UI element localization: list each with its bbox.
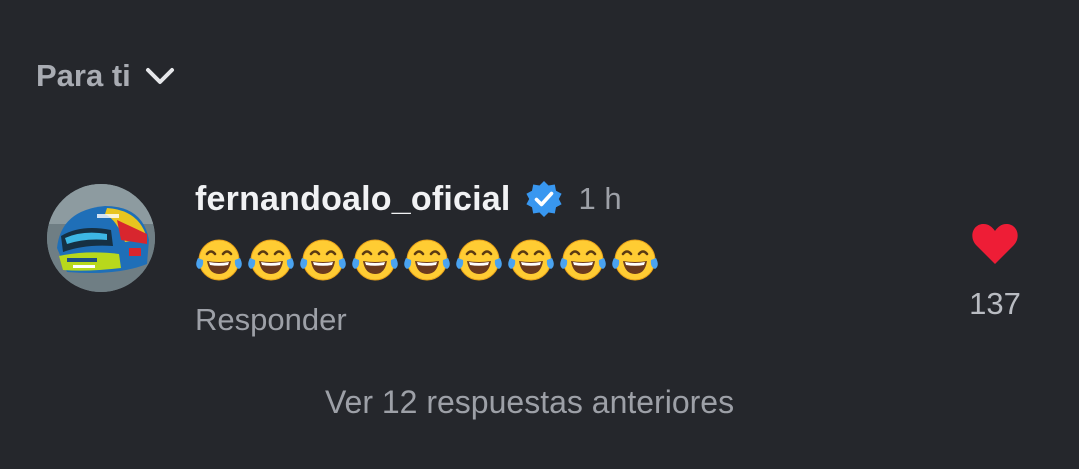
verified-badge-icon xyxy=(525,181,562,217)
tears-of-joy-emoji-icon xyxy=(404,239,450,281)
feed-filter-label: Para ti xyxy=(36,58,131,93)
tears-of-joy-emoji-icon xyxy=(560,239,606,281)
reply-button[interactable]: Responder xyxy=(195,302,347,338)
comment-header: fernandoalo_oficial 1 h xyxy=(195,176,622,222)
tears-of-joy-emoji-icon xyxy=(456,239,502,281)
tears-of-joy-emoji-icon xyxy=(196,239,242,281)
view-previous-replies-link[interactable]: Ver 12 respuestas anteriores xyxy=(0,384,1059,421)
comment-timestamp: 1 h xyxy=(578,181,622,216)
comment-username[interactable]: fernandoalo_oficial xyxy=(195,180,511,219)
like-count: 137 xyxy=(969,286,1021,321)
like-button[interactable] xyxy=(970,222,1020,271)
feed-filter-dropdown[interactable]: Para ti xyxy=(36,58,175,94)
tears-of-joy-emoji-icon xyxy=(248,239,294,281)
tears-of-joy-emoji-icon xyxy=(352,239,398,281)
tears-of-joy-emoji-icon xyxy=(300,239,346,281)
comment-text: 😂😂😂😂😂😂😂😂😂 xyxy=(195,236,659,284)
chevron-down-icon xyxy=(145,68,174,84)
tears-of-joy-emoji-icon xyxy=(612,239,658,281)
avatar[interactable] xyxy=(47,184,155,292)
helmet-avatar-image xyxy=(47,184,155,292)
tears-of-joy-emoji-icon xyxy=(508,239,554,281)
heart-icon xyxy=(972,223,1018,264)
